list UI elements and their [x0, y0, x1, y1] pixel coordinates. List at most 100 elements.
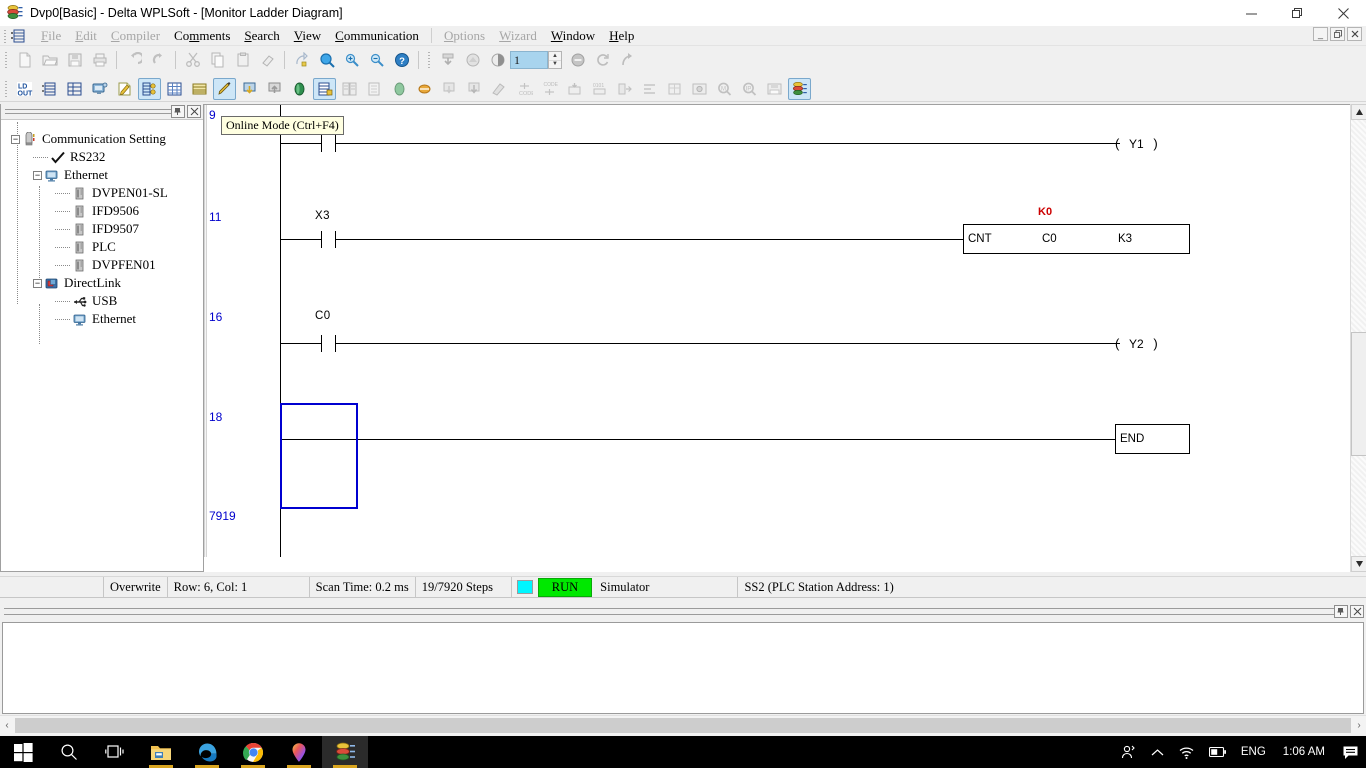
instruction-block-end[interactable]: END	[1115, 424, 1190, 454]
restore-arrow-icon[interactable]	[616, 49, 639, 71]
plc-run-icon[interactable]	[388, 78, 411, 100]
word-monitor-icon[interactable]: 0101	[588, 78, 611, 100]
scroll-track-upper[interactable]	[1351, 120, 1366, 332]
tree-node-communication-setting[interactable]: − Communication Setting	[11, 130, 203, 148]
device-list-icon[interactable]	[188, 78, 211, 100]
tree-expander[interactable]: −	[33, 170, 42, 180]
tree-expander[interactable]: −	[33, 278, 42, 288]
output-close-button[interactable]	[1350, 604, 1364, 618]
ladder-vertical-scrollbar[interactable]	[1350, 104, 1366, 572]
output-pane-drag-bar[interactable]	[4, 607, 1334, 615]
zoom-in-icon[interactable]	[340, 49, 363, 71]
maximize-button[interactable]	[1274, 0, 1320, 26]
menu-help[interactable]: Help	[602, 27, 641, 45]
scroll-thumb[interactable]	[1351, 332, 1366, 456]
wifi-icon[interactable]	[1171, 736, 1202, 768]
mdi-restore-button[interactable]	[1330, 26, 1345, 41]
code-check-icon[interactable]: CODE	[513, 78, 536, 100]
toolbar-grip-handle-2[interactable]	[426, 50, 433, 70]
tree-node-ifd9507[interactable]: IFD9507	[55, 220, 203, 238]
copy-icon[interactable]	[206, 49, 229, 71]
menu-file[interactable]: File	[34, 27, 68, 45]
edit-comment-icon[interactable]	[113, 78, 136, 100]
paste-icon[interactable]	[231, 49, 254, 71]
menu-search[interactable]: Search	[237, 27, 286, 45]
ladder-canvas[interactable]: 9 11 16 18 7919 ( Y1 ) X3 K0 CNT C0 K3 C…	[204, 105, 1350, 557]
tree-node-rs232[interactable]: RS232	[33, 148, 203, 166]
menu-comments[interactable]: Comments	[167, 27, 237, 45]
toolbar-grip-handle[interactable]	[3, 50, 10, 70]
wplsoft-button[interactable]	[322, 736, 368, 768]
scroll-right-button[interactable]: ›	[1352, 717, 1366, 735]
maps-button[interactable]	[276, 736, 322, 768]
stop-circle-icon[interactable]	[566, 49, 589, 71]
task-view-button[interactable]	[92, 736, 138, 768]
find-ip-icon[interactable]: IP	[738, 78, 761, 100]
step-spinner[interactable]: ▲ ▼	[548, 51, 562, 69]
tree-node-plc[interactable]: PLC	[55, 238, 203, 256]
save-icon[interactable]	[63, 49, 86, 71]
register-table-icon[interactable]	[163, 78, 186, 100]
instruction-block-cnt[interactable]: CNT C0 K3	[963, 224, 1190, 254]
start-button[interactable]	[0, 736, 46, 768]
step-run-icon[interactable]	[613, 78, 636, 100]
search-button[interactable]	[46, 736, 92, 768]
spin-up-icon[interactable]: ▲	[549, 52, 561, 61]
simulator-icon[interactable]	[788, 77, 811, 100]
undo-icon[interactable]	[122, 49, 145, 71]
spin-down-icon[interactable]: ▼	[549, 61, 561, 69]
plc-status-icon[interactable]	[288, 78, 311, 100]
redo-icon[interactable]	[147, 49, 170, 71]
people-icon[interactable]	[1114, 736, 1144, 768]
plc-stop-icon[interactable]	[413, 78, 436, 100]
close-button[interactable]	[1320, 0, 1366, 26]
tree-node-dvpen01-sl[interactable]: DVPEN01-SL	[55, 184, 203, 202]
menu-communication[interactable]: Communication	[328, 27, 426, 45]
tree-node-usb[interactable]: USB	[55, 292, 203, 310]
tree-node-directlink[interactable]: − DirectLink	[33, 274, 203, 292]
zoom-icon[interactable]	[315, 49, 338, 71]
instruction-list-icon[interactable]	[63, 78, 86, 100]
menu-wizard[interactable]: Wizard	[492, 27, 544, 45]
scroll-track-lower[interactable]	[1351, 456, 1366, 556]
run-stop-icon[interactable]	[486, 49, 509, 71]
language-indicator[interactable]: ENG	[1234, 736, 1273, 768]
find-m-icon[interactable]: M	[713, 78, 736, 100]
clock[interactable]: 1:06 AM	[1273, 736, 1335, 768]
scroll-thumb-horizontal[interactable]	[15, 718, 1351, 733]
ladder-selection-cursor[interactable]	[280, 403, 358, 509]
print-icon[interactable]	[88, 49, 111, 71]
document-icon[interactable]	[363, 78, 386, 100]
menu-view[interactable]: View	[287, 27, 328, 45]
menu-edit[interactable]: Edit	[68, 27, 104, 45]
tree-node-ifd9506[interactable]: IFD9506	[55, 202, 203, 220]
step-value-input[interactable]: 1	[510, 51, 548, 69]
mdi-minimize-button[interactable]: _	[1313, 26, 1328, 41]
tree-node-dvpfen01[interactable]: DVPFEN01	[55, 256, 203, 274]
ladder-view-icon[interactable]	[38, 78, 61, 100]
write-program-icon[interactable]	[438, 78, 461, 100]
help-icon[interactable]: ?	[390, 49, 413, 71]
scroll-left-button[interactable]: ‹	[0, 717, 14, 735]
scroll-up-button[interactable]	[1351, 104, 1366, 120]
panel-pin-button[interactable]	[171, 105, 185, 118]
refresh-icon[interactable]	[591, 49, 614, 71]
panel-drag-bar[interactable]	[5, 109, 171, 114]
output-message-pane[interactable]	[2, 622, 1364, 714]
notification-icon[interactable]	[1335, 736, 1366, 768]
edge-button[interactable]	[184, 736, 230, 768]
output-coil-y2[interactable]: ( Y2 )	[1115, 336, 1158, 351]
ladder-toolbar-grip[interactable]	[3, 79, 10, 99]
tree-node-ethernet[interactable]: − Ethernet	[33, 166, 203, 184]
download-plc-icon[interactable]	[436, 49, 459, 71]
save-memory-icon[interactable]	[763, 78, 786, 100]
online-mode-icon[interactable]	[213, 77, 236, 100]
eraser-icon[interactable]	[256, 49, 279, 71]
photo-icon[interactable]	[688, 78, 711, 100]
new-file-icon[interactable]	[13, 49, 36, 71]
menu-window[interactable]: Window	[544, 27, 602, 45]
minimize-button[interactable]	[1228, 0, 1274, 26]
scroll-down-button[interactable]	[1351, 556, 1366, 572]
menu-options[interactable]: Options	[437, 27, 492, 45]
read-program-icon[interactable]	[463, 78, 486, 100]
